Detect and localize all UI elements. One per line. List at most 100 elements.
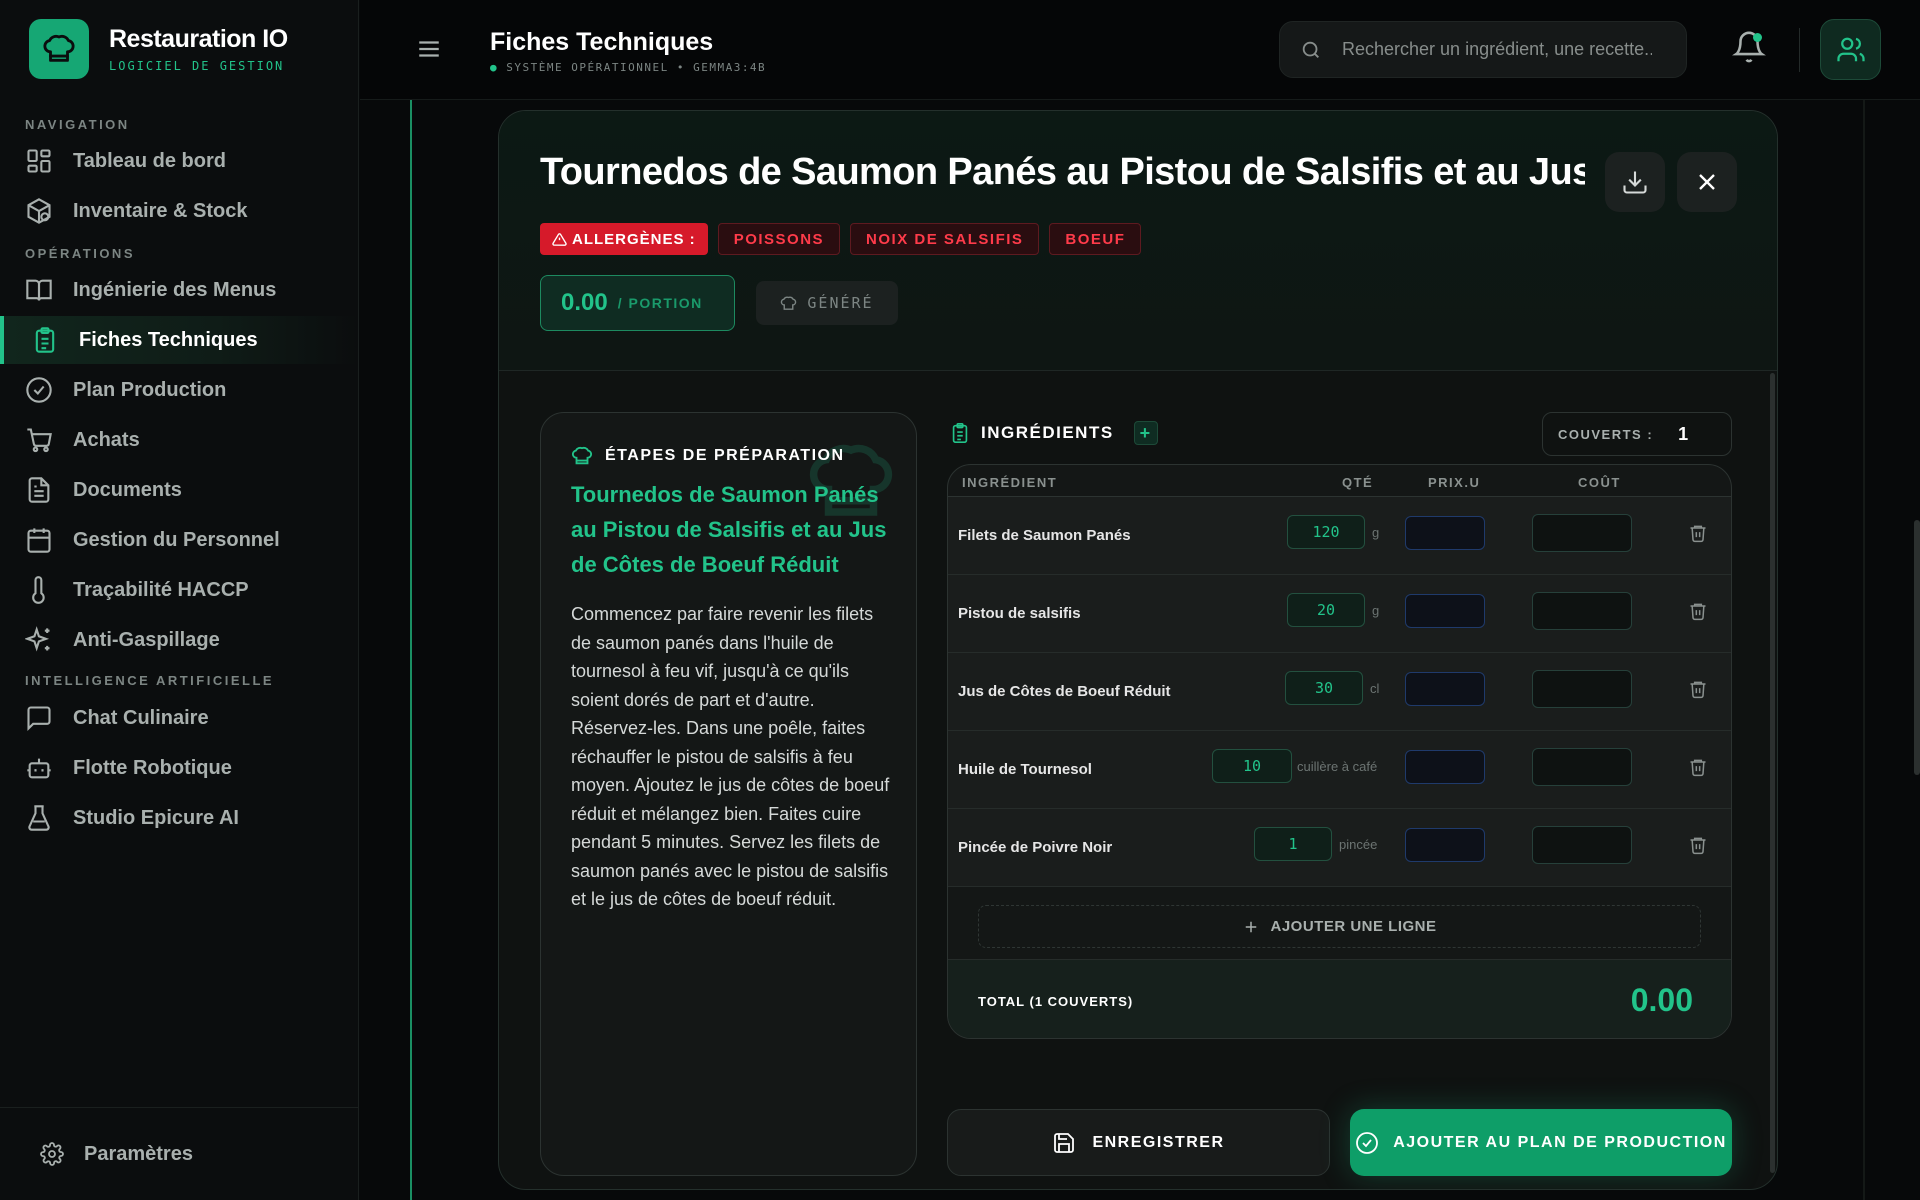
sidebar-item-label: Documents — [73, 478, 182, 501]
cost-field — [1532, 670, 1632, 708]
sparkles-icon — [25, 626, 50, 652]
quantity-input[interactable]: 20 — [1287, 593, 1365, 627]
column-header-ingredient: INGRÉDIENT — [962, 475, 1058, 490]
trash-icon[interactable] — [1688, 679, 1708, 699]
sidebar-item-technical-sheets[interactable]: Fiches Techniques — [0, 316, 358, 364]
preparation-recipe-name: Tournedos de Saumon Panés au Pistou de S… — [571, 482, 887, 577]
sidebar-item-documents[interactable]: Documents — [0, 466, 358, 514]
settings-link[interactable]: Paramètres — [0, 1107, 358, 1200]
page-scrollbar[interactable] — [1914, 520, 1920, 775]
recipe-header: Tournedos de Saumon Panés au Pistou de S… — [499, 111, 1777, 371]
sidebar-item-purchases[interactable]: Achats — [0, 416, 358, 464]
section-label-ai: INTELLIGENCE ARTIFICIELLE — [25, 673, 275, 688]
brand[interactable]: Restauration IO LOGICIEL DE GESTION — [29, 19, 288, 79]
quantity-input[interactable]: 30 — [1285, 671, 1363, 705]
menu-icon[interactable] — [416, 36, 442, 62]
sidebar-item-production-plan[interactable]: Plan Production — [0, 366, 358, 414]
unit-price-input[interactable] — [1405, 672, 1485, 706]
unit-label: cuillère à café — [1297, 759, 1378, 774]
couverts-field[interactable]: COUVERTS : 1 — [1542, 412, 1732, 456]
dashboard-icon — [27, 149, 51, 173]
unit-price-input[interactable] — [1405, 594, 1485, 628]
generated-badge: GÉNÉRÉ — [756, 281, 898, 325]
brand-subtitle: LOGICIEL DE GESTION — [109, 59, 285, 73]
trash-icon[interactable] — [1688, 835, 1708, 855]
brand-title: Restauration IO — [109, 25, 288, 53]
close-button[interactable] — [1677, 152, 1737, 212]
quantity-input[interactable]: 1 — [1254, 827, 1332, 861]
sidebar-item-label: Tableau de bord — [73, 149, 226, 172]
sidebar-item-label: Studio Epicure AI — [73, 806, 239, 829]
sidebar-item-inventory[interactable]: Inventaire & Stock — [0, 187, 358, 235]
trash-icon[interactable] — [1688, 757, 1708, 777]
unit-label: g — [1372, 603, 1380, 618]
divider — [1799, 28, 1800, 72]
sidebar: Restauration IO LOGICIEL DE GESTION NAVI… — [0, 0, 359, 1200]
price-unit: / PORTION — [617, 295, 703, 311]
trash-icon[interactable] — [1688, 523, 1708, 543]
section-label-navigation: NAVIGATION — [25, 117, 130, 132]
quantity-input[interactable]: 120 — [1287, 515, 1365, 549]
package-icon — [27, 198, 51, 224]
trash-icon[interactable] — [1688, 601, 1708, 621]
sidebar-item-robot-fleet[interactable]: Flotte Robotique — [0, 744, 358, 792]
thermometer-icon — [32, 576, 45, 604]
unit-price-input[interactable] — [1405, 828, 1485, 862]
sidebar-item-culinary-chat[interactable]: Chat Culinaire — [0, 694, 358, 742]
preparation-card: ÉTAPES DE PRÉPARATION Tournedos de Saumo… — [540, 412, 917, 1176]
couverts-value[interactable]: 1 — [1678, 424, 1688, 445]
download-button[interactable] — [1605, 152, 1665, 212]
sidebar-item-staff[interactable]: Gestion du Personnel — [0, 516, 358, 564]
add-to-production-plan-button[interactable]: AJOUTER AU PLAN DE PRODUCTION — [1350, 1109, 1732, 1176]
sidebar-item-studio-epicure[interactable]: Studio Epicure AI — [0, 794, 358, 842]
sidebar-item-label: Chat Culinaire — [73, 706, 209, 729]
page-title: Fiches Techniques — [490, 28, 714, 56]
add-line-button[interactable]: AJOUTER UNE LIGNE — [978, 905, 1701, 948]
status-dot-icon: ● — [490, 61, 499, 74]
search-box — [1279, 21, 1687, 78]
unit-price-input[interactable] — [1405, 750, 1485, 784]
total-label: TOTAL (1 COUVERTS) — [978, 994, 1134, 1009]
sidebar-item-haccp[interactable]: Traçabilité HACCP — [0, 566, 358, 614]
add-to-plan-label: AJOUTER AU PLAN DE PRODUCTION — [1393, 1133, 1727, 1151]
ingredients-heading-text: INGRÉDIENTS — [981, 423, 1114, 442]
chef-hat-icon — [781, 295, 797, 310]
cost-field — [1532, 748, 1632, 786]
sidebar-item-dashboard[interactable]: Tableau de bord — [0, 137, 358, 185]
ingredients-heading: INGRÉDIENTS + — [949, 421, 1158, 445]
ingredient-name: Jus de Côtes de Boeuf Réduit — [958, 683, 1171, 700]
sidebar-item-menu-engineering[interactable]: Ingénierie des Menus — [0, 266, 358, 314]
calendar-icon — [27, 528, 51, 553]
preparation-heading: ÉTAPES DE PRÉPARATION — [571, 445, 845, 467]
cart-icon — [27, 428, 52, 453]
search-icon — [1302, 41, 1319, 58]
sidebar-item-anti-waste[interactable]: Anti-Gaspillage — [0, 616, 358, 664]
quantity-input[interactable]: 10 — [1212, 749, 1292, 783]
total-value: 0.00 — [1630, 982, 1693, 1018]
portion-price: 0.00 / PORTION — [540, 275, 735, 331]
chef-hat-icon — [571, 446, 593, 465]
search-input[interactable] — [1342, 39, 1652, 60]
table-row: Huile de Tournesol 10 cuillère à café — [948, 731, 1731, 809]
table-row: Pincée de Poivre Noir 1 pincée — [948, 809, 1731, 887]
allergen-tag: BOEUF — [1049, 223, 1142, 255]
top-bar: Fiches Techniques ● SYSTÈME OPÉRATIONNEL… — [360, 0, 1920, 100]
ingredient-name: Filets de Saumon Panés — [958, 527, 1131, 544]
users-button[interactable] — [1820, 19, 1881, 80]
modal-scrollbar[interactable] — [1770, 373, 1775, 1173]
allergen-tag: NOIX DE SALSIFIS — [850, 223, 1040, 255]
add-ingredient-button[interactable]: + — [1133, 421, 1158, 445]
cost-field — [1532, 514, 1632, 552]
unit-price-input[interactable] — [1405, 516, 1485, 550]
chef-hat-logo-icon — [29, 19, 89, 79]
recipe-title: Tournedos de Saumon Panés au Pistou de S… — [540, 151, 1585, 193]
table-row: Pistou de salsifis 20 g — [948, 575, 1731, 653]
notification-dot — [1753, 33, 1762, 42]
table-row: Jus de Côtes de Boeuf Réduit 30 cl — [948, 653, 1731, 731]
sidebar-item-label: Flotte Robotique — [73, 756, 232, 779]
system-status: ● SYSTÈME OPÉRATIONNEL • GEMMA3:4B — [490, 61, 767, 74]
allergens-label-text: ALLERGÈNES : — [572, 230, 696, 248]
sidebar-item-label: Gestion du Personnel — [73, 528, 280, 551]
status-text: SYSTÈME OPÉRATIONNEL — [506, 61, 669, 74]
save-button[interactable]: ENREGISTRER — [947, 1109, 1330, 1176]
